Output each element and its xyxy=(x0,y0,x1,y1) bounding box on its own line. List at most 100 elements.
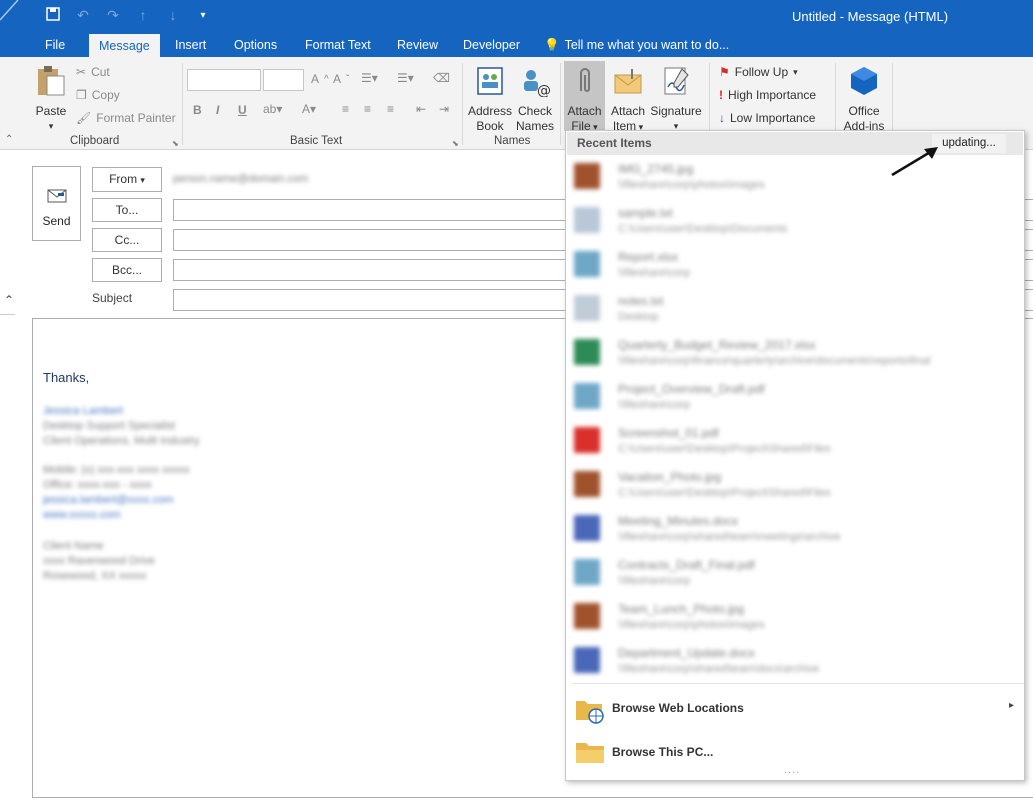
folder-icon xyxy=(576,743,604,763)
bullets-icon[interactable]: ☰▾ xyxy=(361,71,378,85)
decrease-indent-icon[interactable]: ⇤ xyxy=(416,102,426,116)
recent-item[interactable]: Contracts_Draft_Final.pdf \\fileshare\cor… xyxy=(566,552,1024,596)
recent-item-name: Department_Update.docx xyxy=(618,646,755,660)
increase-indent-icon[interactable]: ⇥ xyxy=(439,102,449,116)
file-icon xyxy=(574,339,600,365)
tab-format-text[interactable]: Format Text xyxy=(295,33,381,57)
recent-item-path: \\fileshare\corp xyxy=(618,399,691,411)
clear-formatting-icon[interactable]: ⌫ xyxy=(433,71,450,85)
office-add-ins-button[interactable]: Office Add-ins xyxy=(840,65,888,134)
clipboard-launcher-icon[interactable]: ⬊ xyxy=(172,139,179,148)
recent-item-path: \\fileshare\corp xyxy=(618,267,691,279)
tab-insert[interactable]: Insert xyxy=(165,33,216,57)
tab-developer[interactable]: Developer xyxy=(453,33,530,57)
signature-email: jessica.lambert@xxxx.com xyxy=(43,494,174,506)
tab-message[interactable]: Message xyxy=(89,34,160,58)
svg-text:@: @ xyxy=(537,83,551,97)
previous-item-icon[interactable]: ↑ xyxy=(134,7,152,23)
collapse-header-icon[interactable]: ⌃ xyxy=(4,293,14,307)
recent-item[interactable]: Vacation_Photo.jpg C:\Users\user\Desktop\… xyxy=(566,464,1024,508)
collapse-ribbon-icon[interactable]: ⌃ xyxy=(5,134,13,145)
web-folder-icon xyxy=(576,701,604,724)
paste-button[interactable]: Paste ▾ xyxy=(34,65,68,134)
align-left-icon[interactable]: ≡ xyxy=(342,102,349,116)
browse-web-locations-item[interactable]: Browse Web Locations ▸ xyxy=(566,687,1024,731)
align-right-icon[interactable]: ≡ xyxy=(387,102,394,116)
recent-item[interactable]: Quarterly_Budget_Review_2017.xlsx \\files… xyxy=(566,332,1024,376)
font-color-icon[interactable]: A▾ xyxy=(302,102,316,116)
basic-text-launcher-icon[interactable]: ⬊ xyxy=(452,139,459,148)
redo-icon[interactable]: ↷ xyxy=(104,7,122,24)
tab-options[interactable]: Options xyxy=(224,33,287,57)
low-importance-button[interactable]: ↓ Low Importance xyxy=(719,111,815,125)
to-button[interactable]: To... xyxy=(92,198,162,222)
file-icon xyxy=(574,383,600,409)
address-book-icon xyxy=(477,67,503,95)
high-importance-button[interactable]: ! High Importance xyxy=(719,88,816,102)
cc-button[interactable]: Cc... xyxy=(92,228,162,252)
separator xyxy=(462,63,463,145)
recent-item[interactable]: Department_Update.docx \\fileshare\corp\s… xyxy=(566,640,1024,684)
tab-file[interactable]: File xyxy=(35,33,75,57)
signature-name: Jessica Lambert xyxy=(43,405,124,417)
undo-icon[interactable]: ↶ xyxy=(74,7,92,24)
signature-city: Rosewood, XX xxxxx xyxy=(43,570,147,582)
italic-button[interactable]: I xyxy=(216,103,219,117)
file-icon xyxy=(574,603,600,629)
align-center-icon[interactable]: ≡ xyxy=(364,102,371,116)
check-names-icon: @ xyxy=(524,70,551,99)
send-envelope-icon xyxy=(47,189,66,203)
clipboard-group-label: Clipboard xyxy=(70,135,120,147)
recent-item-path: \\fileshare\corp\shared\team\docs\archiv… xyxy=(618,663,820,675)
customize-qat-icon[interactable]: ▾ xyxy=(194,10,212,21)
highlight-icon[interactable]: ab▾ xyxy=(263,102,282,116)
numbering-icon[interactable]: ☰▾ xyxy=(397,71,414,85)
grow-font-icon[interactable]: A ^ xyxy=(311,72,329,86)
signature-mobile: Mobile: (x) xxx-xxx xxxx xxxxx xyxy=(43,464,190,476)
check-names-button[interactable]: @ Check Names xyxy=(514,65,556,134)
annotation-arrow-icon xyxy=(891,147,938,177)
recent-item-path: Desktop xyxy=(618,311,659,323)
attach-file-button[interactable]: Attach File ▾ xyxy=(564,61,605,133)
font-name-combo[interactable] xyxy=(187,69,261,91)
attach-item-button[interactable]: Attach Item ▾ xyxy=(608,65,648,135)
cut-button[interactable]: ✂ Cut xyxy=(76,65,110,79)
recent-item-name: Team_Lunch_Photo.jpg xyxy=(618,602,745,616)
recent-item[interactable]: Report.xlsx \\fileshare\corp xyxy=(566,244,1024,288)
font-size-combo[interactable] xyxy=(263,69,304,91)
follow-up-button[interactable]: ⚑ Follow Up ▾ xyxy=(719,65,798,79)
signature-button[interactable]: Signature ▾ xyxy=(650,65,702,134)
copy-button[interactable]: ❐ Copy xyxy=(76,88,120,102)
address-book-button[interactable]: Address Book xyxy=(467,65,513,134)
format-painter-button[interactable]: 🖌 Format Painter xyxy=(76,111,176,125)
window-title: Untitled - Message (HTML) xyxy=(792,9,949,24)
paste-icon xyxy=(38,66,65,96)
outlook-logo-icon xyxy=(0,0,19,21)
from-button[interactable]: From ▾ xyxy=(92,167,162,192)
separator xyxy=(560,63,561,145)
send-button[interactable]: Send xyxy=(32,166,81,241)
bcc-button[interactable]: Bcc... xyxy=(92,258,162,282)
signature-icon xyxy=(664,67,689,95)
recent-item[interactable]: Project_Overview_Draft.pdf \\fileshare\co… xyxy=(566,376,1024,420)
next-item-icon[interactable]: ↓ xyxy=(164,7,182,23)
tell-me-box[interactable]: 💡 Tell me what you want to do... xyxy=(534,33,739,57)
underline-button[interactable]: U xyxy=(238,103,247,117)
recent-item[interactable]: sample.txt C:\Users\user\Desktop\Document… xyxy=(566,200,1024,244)
recent-item-path: \\fileshare\corp\shared\team\meetings\ar… xyxy=(618,531,841,543)
office-add-ins-icon xyxy=(851,67,877,95)
tab-review[interactable]: Review xyxy=(387,33,448,57)
recent-item[interactable]: notes.txt Desktop xyxy=(566,288,1024,332)
save-icon[interactable] xyxy=(44,6,62,24)
bold-button[interactable]: B xyxy=(193,103,202,117)
recent-item-path: C:\Users\user\Desktop\Project\Shared\Fil… xyxy=(618,443,831,455)
resize-grip-icon[interactable]: .... xyxy=(784,764,800,776)
recent-item[interactable]: Screenshot_01.pdf C:\Users\user\Desktop\P… xyxy=(566,420,1024,464)
recent-item[interactable]: IMG_2745.jpg \\fileshare\corp\photos\imag… xyxy=(566,156,1024,200)
recent-item-path: \\fileshare\corp\finance\quarterly\archi… xyxy=(618,355,931,367)
recent-item[interactable]: Team_Lunch_Photo.jpg \\fileshare\corp\pho… xyxy=(566,596,1024,640)
recent-item[interactable]: Meeting_Minutes.docx \\fileshare\corp\sha… xyxy=(566,508,1024,552)
recent-item-name: Quarterly_Budget_Review_2017.xlsx xyxy=(618,338,816,352)
paste-dropdown-icon: ▾ xyxy=(48,121,54,131)
shrink-font-icon[interactable]: Aˇ xyxy=(333,72,349,86)
